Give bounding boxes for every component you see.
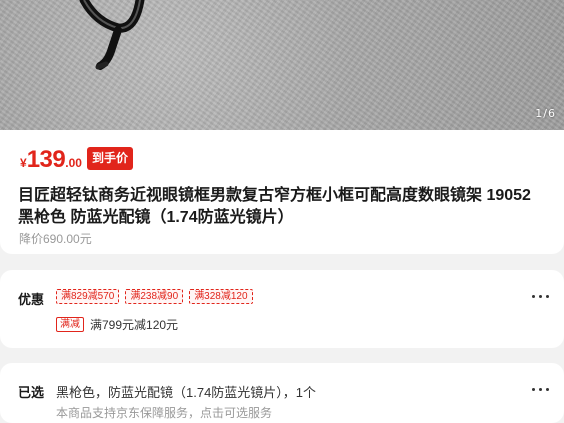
promotions-label: 优惠	[18, 292, 45, 307]
final-price-tag: 到手价	[87, 147, 134, 170]
coupon-item[interactable]: 满328减120	[189, 289, 253, 304]
coupon-list[interactable]: 满829减570 满238减90 满328减120	[56, 289, 253, 304]
promo-row: 满减 满799元减120元	[56, 316, 178, 333]
price-integer: 139	[26, 146, 66, 173]
price-title-card: ¥ 139 .00 到手价 目匠超轻钛商务近视眼镜框男款复古窄方框小框可配高度数…	[0, 130, 564, 254]
product-title: 目匠超轻钛商务近视眼镜框男款复古窄方框小框可配高度数眼镜架 19052 黑枪色 …	[18, 187, 531, 226]
price: ¥ 139 .00	[20, 146, 82, 174]
more-icon[interactable]	[532, 294, 550, 300]
promo-badge: 满减	[56, 317, 84, 332]
promo-text: 满799元减120元	[90, 318, 179, 332]
price-currency: ¥	[20, 156, 27, 170]
gallery-counter: 1/6	[535, 107, 556, 120]
service-hint: 本商品支持京东保障服务，点击可选服务	[56, 406, 273, 420]
price-decimal: .00	[65, 156, 82, 170]
product-image-gallery[interactable]: 1/6	[0, 0, 564, 130]
original-price: 降价690.00元	[19, 232, 92, 246]
selection-label: 已选	[18, 385, 45, 400]
selection-card[interactable]: 已选 黑枪色，防蓝光配镜（1.74防蓝光镜片），1个 本商品支持京东保障服务，点…	[0, 363, 564, 423]
eyeglasses-product-photo	[79, 0, 145, 70]
coupon-item[interactable]: 满238减90	[125, 289, 184, 304]
selected-spec: 黑枪色，防蓝光配镜（1.74防蓝光镜片），1个	[56, 385, 317, 400]
promotions-card[interactable]: 优惠 满829减570 满238减90 满328减120 满减 满799元减12…	[0, 270, 564, 348]
coupon-item[interactable]: 满829减570	[56, 289, 120, 304]
more-icon[interactable]	[532, 387, 550, 393]
